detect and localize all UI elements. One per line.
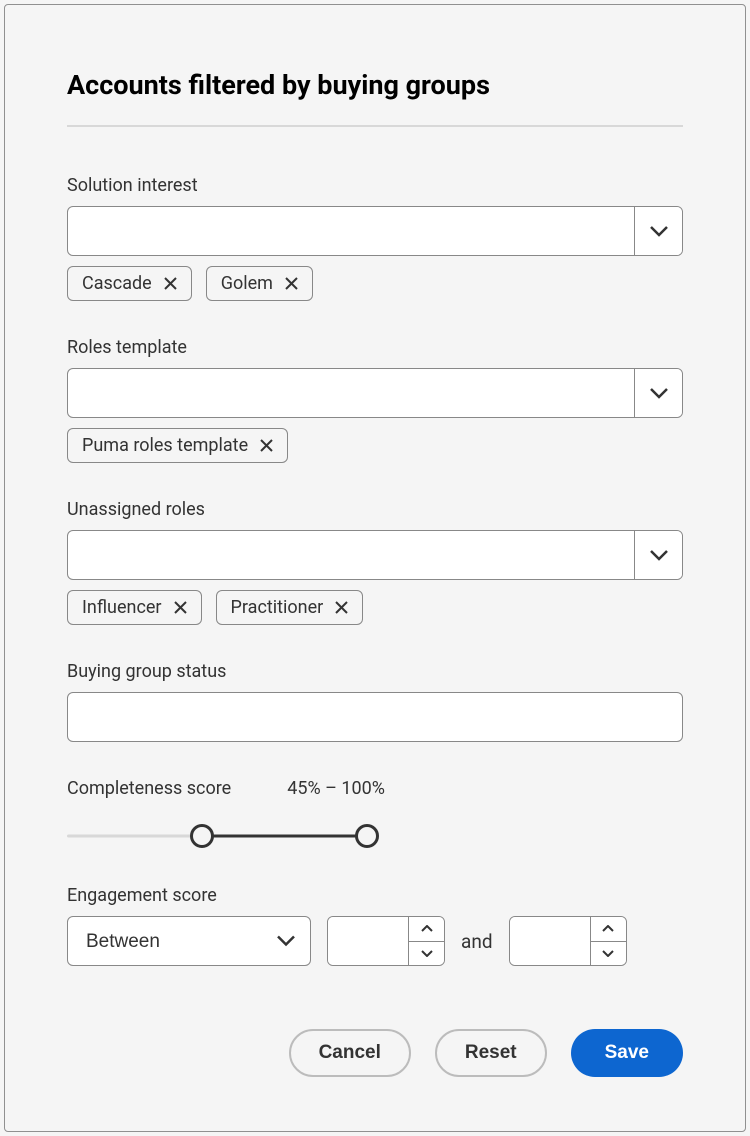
engagement-low-stepper xyxy=(408,917,444,965)
engagement-operator-select[interactable]: Between xyxy=(67,916,311,966)
tag-label: Practitioner xyxy=(231,597,324,618)
close-icon[interactable] xyxy=(285,277,298,290)
chevron-down-icon xyxy=(421,950,433,957)
completeness-score-field: Completeness score 45% – 100% xyxy=(67,778,683,849)
unassigned-roles-dropdown-button[interactable] xyxy=(634,531,682,579)
tag-practitioner: Practitioner xyxy=(216,590,364,625)
buying-group-status-field: Buying group status xyxy=(67,661,683,742)
completeness-score-slider[interactable] xyxy=(67,823,367,849)
close-icon[interactable] xyxy=(260,439,273,452)
unassigned-roles-field: Unassigned roles Influencer Practitioner xyxy=(67,499,683,625)
roles-template-field: Roles template Puma roles template xyxy=(67,337,683,463)
engagement-operator-select-wrap: Between xyxy=(67,916,311,966)
tag-cascade: Cascade xyxy=(67,266,192,301)
chevron-down-icon xyxy=(650,550,668,561)
solution-interest-combobox[interactable] xyxy=(67,206,683,256)
buying-group-status-input[interactable] xyxy=(67,692,683,742)
solution-interest-tags: Cascade Golem xyxy=(67,266,683,301)
tag-label: Influencer xyxy=(82,597,162,618)
cancel-button[interactable]: Cancel xyxy=(289,1029,411,1077)
engagement-low-input[interactable] xyxy=(328,917,408,965)
unassigned-roles-input[interactable] xyxy=(68,531,634,579)
tag-golem: Golem xyxy=(206,266,313,301)
engagement-score-field: Engagement score Between xyxy=(67,885,683,966)
stepper-up-button[interactable] xyxy=(409,917,444,942)
filter-panel: Accounts filtered by buying groups Solut… xyxy=(4,4,746,1132)
divider xyxy=(67,125,683,127)
engagement-score-label: Engagement score xyxy=(67,885,683,906)
unassigned-roles-label: Unassigned roles xyxy=(67,499,683,520)
engagement-high-field xyxy=(509,916,627,966)
chevron-up-icon xyxy=(421,925,433,932)
reset-button[interactable]: Reset xyxy=(435,1029,547,1077)
chevron-up-icon xyxy=(602,925,614,932)
roles-template-tags: Puma roles template xyxy=(67,428,683,463)
close-icon[interactable] xyxy=(164,277,177,290)
chevron-down-icon xyxy=(650,388,668,399)
tag-label: Cascade xyxy=(82,273,152,294)
stepper-down-button[interactable] xyxy=(409,942,444,966)
stepper-up-button[interactable] xyxy=(591,917,626,942)
roles-template-input[interactable] xyxy=(68,369,634,417)
chevron-down-icon xyxy=(650,226,668,237)
completeness-score-value: 45% – 100% xyxy=(287,778,385,799)
buying-group-status-label: Buying group status xyxy=(67,661,683,682)
slider-track-active xyxy=(202,835,367,838)
roles-template-dropdown-button[interactable] xyxy=(634,369,682,417)
unassigned-roles-combobox[interactable] xyxy=(67,530,683,580)
tag-label: Golem xyxy=(221,273,273,294)
panel-title: Accounts filtered by buying groups xyxy=(67,69,683,101)
tag-influencer: Influencer xyxy=(67,590,202,625)
tag-puma-roles-template: Puma roles template xyxy=(67,428,288,463)
roles-template-combobox[interactable] xyxy=(67,368,683,418)
roles-template-label: Roles template xyxy=(67,337,683,358)
footer: Cancel Reset Save xyxy=(289,1029,683,1077)
save-button[interactable]: Save xyxy=(571,1029,683,1077)
close-icon[interactable] xyxy=(174,601,187,614)
stepper-down-button[interactable] xyxy=(591,942,626,966)
solution-interest-dropdown-button[interactable] xyxy=(634,207,682,255)
engagement-high-stepper xyxy=(590,917,626,965)
tag-label: Puma roles template xyxy=(82,435,248,456)
slider-handle-high[interactable] xyxy=(355,824,379,848)
solution-interest-label: Solution interest xyxy=(67,175,683,196)
solution-interest-input[interactable] xyxy=(68,207,634,255)
chevron-down-icon xyxy=(602,950,614,957)
unassigned-roles-tags: Influencer Practitioner xyxy=(67,590,683,625)
completeness-score-label: Completeness score xyxy=(67,778,231,799)
solution-interest-field: Solution interest Cascade Golem xyxy=(67,175,683,301)
slider-handle-low[interactable] xyxy=(190,824,214,848)
engagement-low-field xyxy=(327,916,445,966)
engagement-high-input[interactable] xyxy=(510,917,590,965)
and-label: and xyxy=(461,930,493,953)
close-icon[interactable] xyxy=(335,601,348,614)
